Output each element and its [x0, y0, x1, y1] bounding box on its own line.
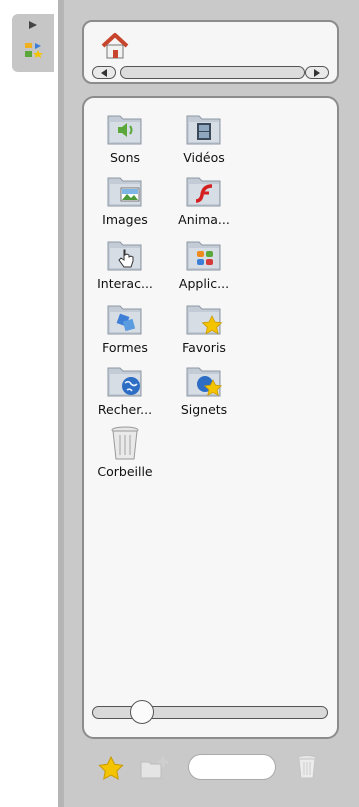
trash-icon — [105, 424, 145, 462]
folder-bookmarks-icon — [184, 362, 224, 400]
library-icon — [25, 43, 43, 58]
arrow-left-icon — [101, 69, 107, 77]
navigation-bar — [82, 20, 339, 84]
item-label: Corbeille — [97, 464, 153, 479]
library-item-search[interactable]: Recher... — [87, 362, 163, 417]
folder-sound-icon — [105, 110, 145, 148]
path-scrollbar[interactable] — [92, 66, 329, 80]
library-item-bookmarks[interactable]: Signets — [166, 362, 242, 417]
library-item-favorites[interactable]: Favoris — [166, 300, 242, 355]
library-content: Sons Vidéos Images Anima... Interac... A… — [82, 96, 339, 739]
scroll-left-button[interactable] — [92, 66, 116, 79]
item-label: Favoris — [182, 340, 226, 355]
folder-favorites-icon — [184, 300, 224, 338]
folder-video-icon — [184, 110, 224, 148]
item-label: Recher... — [97, 402, 153, 417]
star-favorite-icon[interactable] — [98, 756, 124, 780]
library-item-shapes[interactable]: Formes — [87, 300, 163, 355]
trash-delete-icon[interactable] — [296, 754, 318, 780]
left-strip — [0, 0, 58, 807]
library-item-animations[interactable]: Anima... — [166, 172, 242, 227]
folder-search-icon — [105, 362, 145, 400]
library-item-trash[interactable]: Corbeille — [87, 424, 163, 479]
folder-flash-icon — [184, 172, 224, 210]
folder-images-icon — [105, 172, 145, 210]
item-label: Formes — [102, 340, 148, 355]
library-item-images[interactable]: Images — [87, 172, 163, 227]
item-label: Images — [102, 212, 148, 227]
home-icon[interactable] — [100, 32, 130, 60]
library-item-videos[interactable]: Vidéos — [166, 110, 242, 165]
search-input[interactable] — [188, 754, 276, 780]
item-label: Interac... — [97, 276, 153, 291]
item-label: Signets — [180, 402, 228, 417]
zoom-slider-knob[interactable] — [130, 700, 154, 724]
library-item-interactive[interactable]: Interac... — [87, 236, 163, 291]
item-label: Applic... — [178, 276, 230, 291]
item-label: Sons — [109, 150, 141, 165]
folder-applications-icon — [184, 236, 224, 274]
collapse-arrow-icon[interactable] — [28, 20, 38, 30]
zoom-slider-track[interactable] — [92, 706, 328, 719]
library-side-tab[interactable] — [12, 14, 54, 72]
folder-shapes-icon — [105, 300, 145, 338]
item-label: Vidéos — [183, 150, 225, 165]
bottom-toolbar — [96, 752, 326, 784]
scroll-right-button[interactable] — [305, 66, 329, 79]
arrow-right-icon — [314, 69, 320, 77]
folder-interactive-icon — [105, 236, 145, 274]
item-label: Anima... — [178, 212, 230, 227]
library-item-applications[interactable]: Applic... — [166, 236, 242, 291]
scroll-thumb[interactable] — [120, 66, 305, 79]
library-item-sons[interactable]: Sons — [87, 110, 163, 165]
new-folder-icon[interactable] — [140, 756, 170, 780]
